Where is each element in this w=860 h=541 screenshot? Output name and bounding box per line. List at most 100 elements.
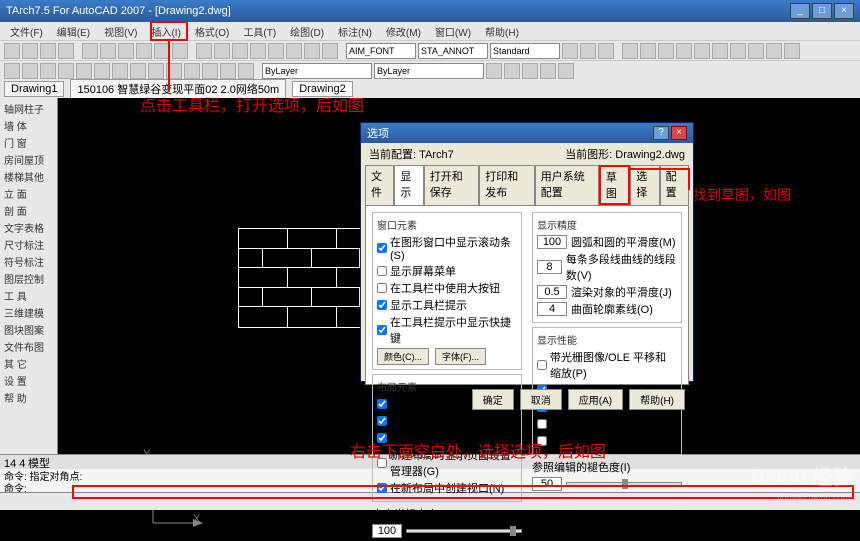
toolbar-icon[interactable]	[76, 63, 92, 79]
dialog-tab-draft[interactable]: 草图	[599, 165, 630, 205]
combo-layer2[interactable]: ByLayer	[374, 63, 484, 79]
render-smooth-input[interactable]: 0.5	[537, 285, 567, 299]
menu-tools[interactable]: 工具(T)	[237, 24, 282, 38]
toolbar-icon[interactable]	[196, 43, 212, 59]
toolbar-icon[interactable]	[712, 43, 728, 59]
sidebar-item[interactable]: 墙 体	[2, 117, 55, 134]
menu-edit[interactable]: 编辑(E)	[51, 24, 96, 38]
toolbar-icon[interactable]	[766, 43, 782, 59]
toolbar-icon[interactable]	[486, 63, 502, 79]
help-button[interactable]: 帮助(H)	[629, 389, 685, 410]
menu-modify[interactable]: 修改(M)	[380, 24, 427, 38]
surface-lines-input[interactable]: 4	[537, 302, 567, 316]
toolbar-icon[interactable]	[562, 43, 578, 59]
toolbar-icon[interactable]	[580, 43, 596, 59]
sidebar-item[interactable]: 帮 助	[2, 389, 55, 406]
dialog-tab-file[interactable]: 文件	[365, 165, 394, 205]
toolbar-icon[interactable]	[622, 43, 638, 59]
sidebar-item[interactable]: 楼梯其他	[2, 168, 55, 185]
toolbar-icon[interactable]	[238, 63, 254, 79]
toolbar-icon[interactable]	[148, 63, 164, 79]
toolbar-icon[interactable]	[184, 63, 200, 79]
dialog-tab-plot[interactable]: 打印和发布	[479, 165, 534, 205]
toolbar-icon[interactable]	[82, 43, 98, 59]
doc-tab[interactable]: Drawing1	[4, 81, 64, 97]
toolbar-icon[interactable]	[4, 43, 20, 59]
arc-smooth-input[interactable]: 100	[537, 235, 567, 249]
toolbar-icon[interactable]	[640, 43, 656, 59]
toolbar-icon[interactable]	[136, 43, 152, 59]
checkbox-bigbtn[interactable]: 在工具栏中使用大按钮	[377, 280, 517, 296]
fonts-button[interactable]: 字体(F)...	[435, 348, 486, 365]
toolbar-icon[interactable]	[658, 43, 674, 59]
combo-1[interactable]: AIM_FONT	[346, 43, 416, 59]
toolbar-icon[interactable]	[172, 43, 188, 59]
toolbar-icon[interactable]	[540, 63, 556, 79]
toolbar-icon[interactable]	[676, 43, 692, 59]
menu-help[interactable]: 帮助(H)	[479, 24, 525, 38]
apply-button[interactable]: 应用(A)	[568, 389, 623, 410]
toolbar-icon[interactable]	[58, 63, 74, 79]
sidebar-item[interactable]: 门 窗	[2, 134, 55, 151]
toolbar-icon[interactable]	[214, 43, 230, 59]
checkbox-print-area[interactable]: 显示可打印区域(B)	[377, 413, 517, 429]
polyline-seg-input[interactable]: 8	[537, 260, 562, 274]
sidebar-item[interactable]: 图块图案	[2, 321, 55, 338]
toolbar-icon[interactable]	[694, 43, 710, 59]
cancel-button[interactable]: 取消	[520, 389, 562, 410]
menu-window[interactable]: 窗口(W)	[429, 24, 477, 38]
close-button[interactable]: ×	[834, 3, 854, 19]
checkbox-tooltip[interactable]: 显示工具栏提示	[377, 297, 517, 313]
toolbar-icon[interactable]	[100, 43, 116, 59]
combo-style[interactable]: Standard	[490, 43, 560, 59]
toolbar-icon[interactable]	[232, 43, 248, 59]
sidebar-item[interactable]: 房间屋顶	[2, 151, 55, 168]
sidebar-item[interactable]: 尺寸标注	[2, 236, 55, 253]
sidebar-item[interactable]: 轴网柱子	[2, 100, 55, 117]
ok-button[interactable]: 确定	[472, 389, 514, 410]
crosshair-slider[interactable]	[406, 529, 522, 533]
checkbox-scrollbar[interactable]: 在图形窗口中显示滚动条(S)	[377, 234, 517, 262]
sidebar-item[interactable]: 三维建模	[2, 304, 55, 321]
colors-button[interactable]: 颜色(C)...	[377, 348, 429, 365]
combo-2[interactable]: STA_ANNOT	[418, 43, 488, 59]
toolbar-icon[interactable]	[304, 43, 320, 59]
sidebar-item[interactable]: 文字表格	[2, 219, 55, 236]
toolbar-icon[interactable]	[220, 63, 236, 79]
checkbox-shortcut[interactable]: 在工具栏提示中显示快捷键	[377, 314, 517, 346]
toolbar-icon[interactable]	[22, 43, 38, 59]
sidebar-item[interactable]: 文件布图	[2, 338, 55, 355]
sidebar-item[interactable]: 剖 面	[2, 202, 55, 219]
menu-dim[interactable]: 标注(N)	[332, 24, 378, 38]
toolbar-icon[interactable]	[202, 63, 218, 79]
toolbar-icon[interactable]	[522, 63, 538, 79]
sidebar-item[interactable]: 符号标注	[2, 253, 55, 270]
dialog-tab-user[interactable]: 用户系统配置	[535, 165, 599, 205]
dialog-close-button[interactable]: ×	[671, 126, 687, 140]
dialog-tab-profiles[interactable]: 配置	[660, 165, 689, 205]
toolbar-icon[interactable]	[112, 63, 128, 79]
minimize-button[interactable]: _	[790, 3, 810, 19]
dialog-titlebar[interactable]: 选项 ? ×	[361, 123, 693, 143]
crosshair-size-input[interactable]: 100	[372, 524, 402, 538]
menu-format[interactable]: 格式(O)	[189, 24, 235, 38]
toolbar-icon[interactable]	[40, 63, 56, 79]
sidebar-item[interactable]: 图层控制	[2, 270, 55, 287]
toolbar-icon[interactable]	[40, 43, 56, 59]
dialog-tab-open-save[interactable]: 打开和保存	[424, 165, 479, 205]
maximize-button[interactable]: □	[812, 3, 832, 19]
sidebar-item[interactable]: 工 具	[2, 287, 55, 304]
toolbar-icon[interactable]	[250, 43, 266, 59]
toolbar-icon[interactable]	[130, 63, 146, 79]
menu-draw[interactable]: 绘图(D)	[284, 24, 330, 38]
toolbar-icon[interactable]	[268, 43, 284, 59]
dialog-tab-display[interactable]: 显示	[394, 165, 423, 205]
toolbar-icon[interactable]	[558, 63, 574, 79]
toolbar-icon[interactable]	[784, 43, 800, 59]
combo-layer[interactable]: ByLayer	[262, 63, 372, 79]
sidebar-item[interactable]: 其 它	[2, 355, 55, 372]
menu-view[interactable]: 视图(V)	[98, 24, 143, 38]
checkbox-text-frame[interactable]: 仅显示文字边框(X)	[537, 416, 677, 432]
toolbar-icon[interactable]	[504, 63, 520, 79]
menu-file[interactable]: 文件(F)	[4, 24, 49, 38]
